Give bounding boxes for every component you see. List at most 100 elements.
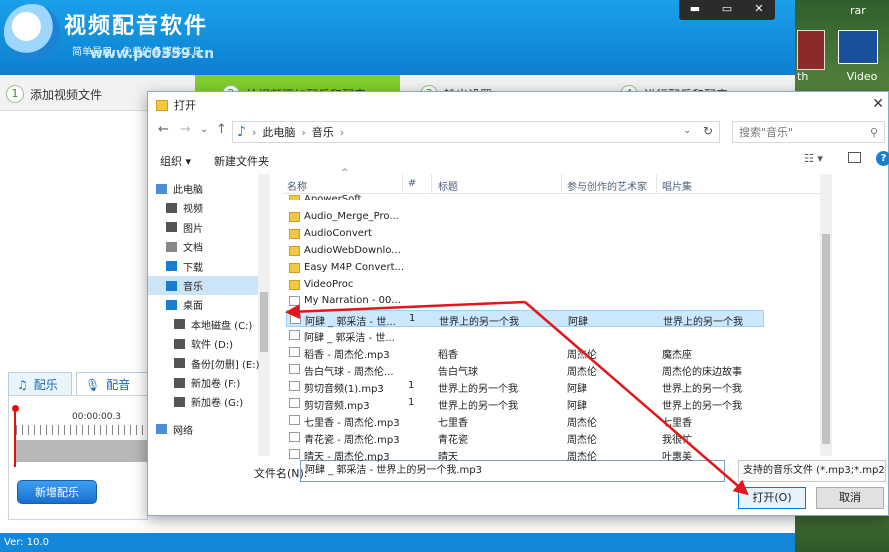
nav-item[interactable]: 备份[勿删] (E:) [174,354,278,373]
recent-dropdown-icon[interactable]: ⌄ [200,124,208,135]
file-title: 青花瓷 [438,434,468,446]
file-album: 世界上的另一个我 [663,317,743,329]
minimize-icon[interactable]: ▬ [679,0,711,20]
file-row[interactable]: AudioConvert [286,226,764,243]
search-input[interactable]: 搜索"音乐" ⚲ [732,121,885,143]
nav-item-label: 文档 [183,243,203,255]
app-logo-icon [4,4,60,60]
file-row[interactable]: 七里香 - 周杰伦.mp3 七里香 周杰伦 七里香 [286,412,764,429]
playhead[interactable] [14,407,19,467]
help-icon[interactable]: ? [876,151,889,166]
file-row[interactable]: 告白气球 - 周杰伦... 告白气球 周杰伦 周杰伦的床边故事 [286,361,764,378]
file-row[interactable]: AudioWebDownlo... [286,243,764,260]
folder-icon [289,245,300,256]
breadcrumb-music[interactable]: 音乐 [312,124,334,140]
drive-icon [174,358,185,369]
file-row[interactable]: 青花瓷 - 周杰伦.mp3 青花瓷 周杰伦 我很忙 [286,429,764,446]
computer-icon [156,183,167,194]
file-title: 世界上的另一个我 [439,317,519,329]
picture-folder-icon [166,222,177,233]
watermark: www.pc0359.cn [90,46,215,62]
file-row[interactable]: 阿肆 _ 郭采洁 - 世... [286,327,764,344]
nav-item[interactable]: 音乐 [148,276,258,295]
tab-voice[interactable]: 🎙 配音 [76,372,148,396]
timeline-ruler [16,425,148,435]
maximize-icon[interactable]: ▭ [711,0,743,20]
cancel-button[interactable]: 取消 [816,487,884,509]
file-row[interactable]: 剪切音频(1).mp3 1 世界上的另一个我 阿肆 世界上的另一个我 [286,378,764,395]
audio-file-icon [289,364,300,374]
file-row[interactable]: Audio_Merge_Pro... [286,209,764,226]
music-note-icon: ♪ [237,124,246,140]
file-album: 世界上的另一个我 [662,383,742,395]
new-folder-button[interactable]: 新建文件夹 [214,153,269,169]
close-icon[interactable]: ✕ [872,96,884,112]
filename-input[interactable]: 阿肆 _ 郭采洁 - 世界上的另一个我.mp3 [300,460,725,482]
timeline-track[interactable] [16,440,148,462]
step-number: 1 [6,85,24,103]
add-music-button[interactable]: 新增配乐 [17,480,97,504]
file-album: 七里香 [662,417,692,429]
folder-icon [289,195,300,200]
up-arrow-icon[interactable]: ↑ [216,122,227,137]
chevron-down-icon[interactable]: ⌄ [683,126,691,136]
audio-file-icon [290,314,301,325]
address-row: ← → ⌄ ↑ ♪ › 此电脑 › 音乐 › ⌄ ↻ 搜索"音乐" ⚲ [148,118,888,146]
audio-file-icon [289,448,300,459]
file-name: VideoProc [304,278,354,290]
desktop-video-icon[interactable] [838,30,878,64]
file-row[interactable]: 稻香 - 周杰伦.mp3 稻香 周杰伦 魔杰座 [286,344,764,361]
file-name: AudioConvert [304,227,372,239]
microphone-icon: 🎙 [85,377,101,392]
nav-item-label: 本地磁盘 (C:) [191,320,253,332]
file-album: 叶惠美 [662,451,692,463]
breadcrumb-this-pc[interactable]: 此电脑 [262,124,295,140]
file-row[interactable]: ApowerSoft [286,192,764,200]
desktop-truck-icon[interactable] [797,30,825,70]
file-row[interactable]: VideoProc [286,277,764,294]
file-type-filter[interactable]: 支持的音乐文件 (*.mp3;*.mp2 [738,460,886,482]
dialog-title: 打开 [174,99,196,112]
desktop-icon-label-th: th [797,70,809,83]
nav-item[interactable]: 视频 [166,198,270,217]
nav-item[interactable]: 下载 [166,257,270,276]
nav-item[interactable]: 桌面 [166,295,270,314]
nav-item[interactable]: 图片 [166,218,270,237]
audio-file-icon [289,347,300,358]
nav-item[interactable]: 软件 (D:) [174,334,278,353]
file-row[interactable]: My Narration - 00... [286,293,764,310]
search-placeholder: 搜索"音乐" [739,126,794,139]
file-row[interactable]: 晴天 - 周杰伦.mp3 晴天 周杰伦 叶惠美 [286,446,764,463]
file-name: AudioWebDownlo... [304,244,401,256]
file-name: 阿肆 _ 郭采洁 - 世... [304,333,395,345]
file-row[interactable]: Easy M4P Convert... [286,260,764,277]
nav-item[interactable]: 文档 [166,237,270,256]
nav-item[interactable]: 网络 [156,420,260,439]
file-artist: 周杰伦 [567,367,597,378]
file-list-scrollbar-thumb[interactable] [822,234,830,444]
refresh-icon[interactable]: ↻ [703,124,713,138]
back-arrow-icon[interactable]: ← [158,122,169,137]
step-1[interactable]: 1 添加视频文件 [6,83,102,105]
nav-item-label: 新加卷 (G:) [191,398,244,410]
close-icon[interactable]: ✕ [743,0,775,20]
preview-pane-icon[interactable] [848,152,861,163]
desktop-icon [166,299,177,310]
forward-arrow-icon[interactable]: → [180,122,191,137]
nav-item[interactable]: 新加卷 (F:) [174,373,278,392]
file-row[interactable]: 阿肆 _ 郭采洁 - 世... 1 世界上的另一个我 阿肆 世界上的另一个我 [286,310,764,329]
folder-icon [289,262,300,273]
nav-item[interactable]: 新加卷 (G:) [174,392,278,411]
nav-item[interactable]: 此电脑 [156,179,260,198]
nav-item[interactable]: 本地磁盘 (C:) [174,315,278,334]
nav-item-label: 桌面 [183,301,203,313]
organize-button[interactable]: 组织 ▾ [160,153,191,169]
open-button[interactable]: 打开(O) [738,487,806,509]
address-bar[interactable]: ♪ › 此电脑 › 音乐 › ⌄ ↻ [232,121,720,143]
playhead-handle[interactable] [12,405,19,412]
view-options-icon[interactable]: ☷ ▾ [804,152,823,165]
drive-icon [174,377,185,388]
tab-music[interactable]: ♫ 配乐 [8,372,72,396]
file-row[interactable]: 剪切音频.mp3 1 世界上的另一个我 阿肆 世界上的另一个我 [286,395,764,412]
file-name: My Narration - 00... [304,295,401,307]
